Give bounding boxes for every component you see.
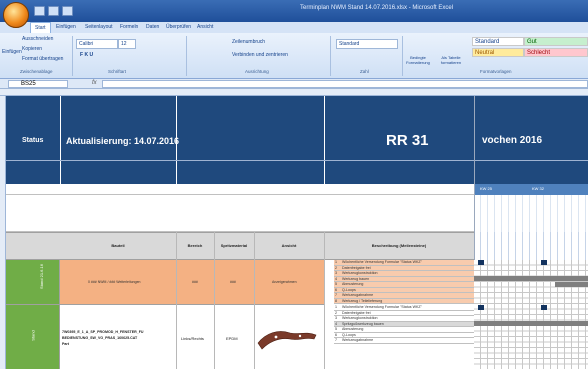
paste-button[interactable]: Einfügen xyxy=(2,49,22,55)
row2-material: EPDM xyxy=(226,336,238,341)
style-schlecht[interactable]: Schlecht xyxy=(524,48,588,57)
header-divider xyxy=(324,96,325,184)
gantt-marker xyxy=(541,260,547,265)
col-spritzmaterial: Spritzmaterial xyxy=(220,243,248,248)
header-divider xyxy=(60,96,61,184)
status-header: Status xyxy=(22,137,44,144)
gantt-bar xyxy=(474,276,588,281)
number-format-select[interactable]: Standard xyxy=(336,39,398,49)
status-cell: Stand 21.6.16 xyxy=(6,260,60,304)
step-row: 8 Werkzeug / Teilelieferung xyxy=(334,298,474,304)
row1-bereich: ### xyxy=(192,280,198,284)
col-beschreibung: Beschreibung (Meilensteine) xyxy=(371,243,427,248)
row1-material: ### xyxy=(230,280,236,284)
column-headers[interactable] xyxy=(0,89,588,96)
row2-bauteil-line1: 7W0395_E_1_A_SP_PROMOD_H_FENSTER_FU xyxy=(62,330,144,334)
blank-row xyxy=(6,195,474,232)
project-title: RR 31 xyxy=(386,132,429,149)
font-size-value: 12 xyxy=(121,41,127,47)
copy-button[interactable]: Kopieren xyxy=(22,46,42,52)
col-bereich: Bereich xyxy=(187,243,203,248)
row1-ansicht: Anzeigerahmen xyxy=(272,280,297,284)
grid-line xyxy=(214,232,215,369)
row2-bauteil-line2: BEDIENSTUNG_SW_VO_PRAS_160625.CAT xyxy=(62,336,138,340)
style-gut[interactable]: Gut xyxy=(524,37,588,46)
tab-view[interactable]: Ansicht xyxy=(197,24,213,30)
status-text: Stand xyxy=(30,330,36,341)
font-group-label: Schriftart xyxy=(108,69,127,74)
tab-review[interactable]: Überprüfen xyxy=(166,24,191,30)
col-ansicht: Ansicht xyxy=(281,243,297,248)
ribbon: Einfügen Ausschneiden Kopieren Format üb… xyxy=(0,33,588,79)
part-image xyxy=(257,331,317,350)
gantt-marker xyxy=(478,305,484,310)
alignment-group-label: Ausrichtung xyxy=(245,69,269,74)
merge-center-button[interactable]: Verbinden und zentrieren xyxy=(232,52,288,58)
update-date: Aktualisierung: 14.07.2016 xyxy=(66,136,180,146)
formula-input[interactable] xyxy=(102,80,588,88)
style-standard[interactable]: Standard xyxy=(472,37,524,46)
separator xyxy=(330,36,331,76)
status-text: Stand 21.6.16 xyxy=(38,264,44,289)
date-header-cells xyxy=(474,232,588,260)
fx-icon[interactable]: fx xyxy=(92,80,97,86)
kw-label: KW 25 xyxy=(480,186,493,191)
col-bauteil: Bauteil xyxy=(111,243,125,248)
row1-bauteil: 0 ### NWM / ### Weiterleitungen xyxy=(88,280,141,284)
clipboard-group-label: Zwischenablage xyxy=(20,69,53,74)
gantt-marker xyxy=(541,305,547,310)
grid-line xyxy=(254,232,255,369)
separator xyxy=(72,36,73,76)
bold-button[interactable]: F K U xyxy=(80,52,93,58)
number-format-value: Standard xyxy=(339,41,360,47)
kw-label: KW 32 xyxy=(532,186,545,191)
undo-icon[interactable] xyxy=(48,6,59,16)
row2-bauteil-line3: Part xyxy=(62,342,69,346)
wrap-text-button[interactable]: Zeilenumbruch xyxy=(232,39,265,45)
window-title: Terminplan NWM Stand 14.07.2016.xlsx - M… xyxy=(300,5,454,11)
font-name-select[interactable]: Calibri xyxy=(76,39,118,49)
styles-group-label: Formatvorlagen xyxy=(480,69,512,74)
font-name-value: Calibri xyxy=(79,41,94,47)
style-neutral[interactable]: Neutral xyxy=(472,48,524,57)
grid-line xyxy=(324,232,325,369)
tab-data[interactable]: Daten xyxy=(146,24,159,30)
gantt-marker xyxy=(478,260,484,265)
blank-row xyxy=(6,184,474,195)
header-divider xyxy=(6,160,588,161)
tab-formulas[interactable]: Formeln xyxy=(120,24,138,30)
name-box[interactable]: BS25 xyxy=(8,80,68,88)
office-button[interactable] xyxy=(3,2,29,28)
conditional-format-button[interactable]: Bedingte Formatierung xyxy=(403,55,433,65)
number-group-label: Zahl xyxy=(360,69,369,74)
grid-line xyxy=(176,232,177,369)
tab-page-layout[interactable]: Seitenlayout xyxy=(85,24,113,30)
weeks-label: vochen 2016 xyxy=(482,135,543,146)
status-cell: Stand xyxy=(6,304,60,369)
save-icon[interactable] xyxy=(34,6,45,16)
gantt-bar xyxy=(555,282,588,287)
format-as-table-button[interactable]: Als Tabelle formatieren xyxy=(436,55,466,65)
redo-icon[interactable] xyxy=(62,6,73,16)
font-size-select[interactable]: 12 xyxy=(118,39,136,49)
format-painter-button[interactable]: Format übertragen xyxy=(22,56,63,62)
quick-access-toolbar xyxy=(34,6,94,16)
row2-bereich: Links/Rechts xyxy=(181,336,204,341)
ribbon-tabs: Start Einfügen Seitenlayout Formeln Date… xyxy=(0,22,588,34)
kw-strip: KW 25 KW 32 xyxy=(474,184,588,195)
cut-button[interactable]: Ausschneiden xyxy=(22,36,53,42)
step-row: 7 Werkzeugabnahme xyxy=(334,338,474,344)
tab-insert[interactable]: Einfügen xyxy=(56,24,76,30)
gantt-bar xyxy=(474,321,588,326)
separator xyxy=(186,36,187,76)
formula-bar: BS25 fx xyxy=(0,79,588,89)
date-columns xyxy=(474,195,588,232)
